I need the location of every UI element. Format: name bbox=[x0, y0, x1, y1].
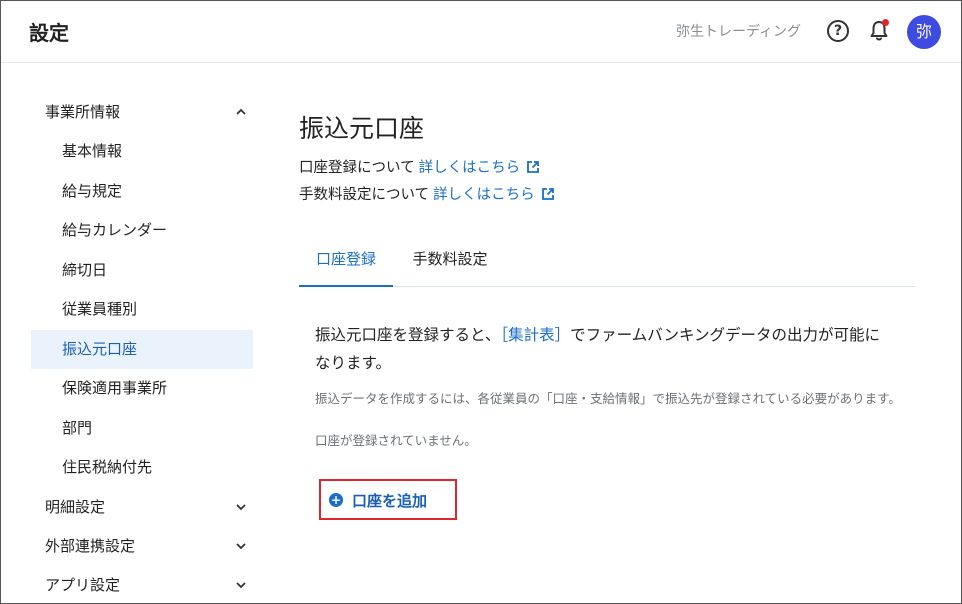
sidebar-item-basic-info[interactable]: 基本情報 bbox=[31, 132, 253, 172]
sidebar: 事業所情報 基本情報 給与規定 給与カレンダー 締切日 従業員種別 振込元口座 … bbox=[31, 93, 253, 604]
sidebar-item-departments[interactable]: 部門 bbox=[31, 409, 253, 449]
app-window: 設定 弥生トレーディング ? 弥 事業所情報 基本情報 給与規定 給与カレンダー… bbox=[0, 0, 962, 604]
empty-state-text: 口座が登録されていません。 bbox=[315, 433, 477, 448]
add-account-button[interactable]: + 口座を追加 bbox=[329, 488, 427, 512]
info-text: 手数料設定について bbox=[299, 187, 430, 203]
sidebar-group-label: 明細設定 bbox=[45, 497, 106, 516]
page-title: 振込元口座 bbox=[299, 114, 425, 143]
avatar[interactable]: 弥 bbox=[907, 15, 941, 49]
external-link-icon[interactable] bbox=[526, 160, 540, 174]
sidebar-group-label: 外部連携設定 bbox=[45, 536, 136, 555]
chevron-down-icon bbox=[236, 542, 246, 549]
note-text: 振込データを作成するには、各従業員の「口座・支給情報」で振込先が登録されている必… bbox=[315, 391, 901, 406]
sidebar-item-source-account[interactable]: 振込元口座 bbox=[31, 329, 253, 369]
info-text: 口座登録について bbox=[299, 160, 415, 176]
main-content: 振込元口座 口座登録について 詳しくはこちら 手数料設定について 詳しくはこちら 口… bbox=[299, 109, 915, 449]
notification-bell-icon[interactable] bbox=[867, 19, 891, 43]
chevron-up-icon bbox=[236, 108, 246, 115]
sidebar-group-statement-settings[interactable]: 明細設定 bbox=[31, 488, 253, 527]
chevron-down-icon bbox=[236, 503, 246, 510]
company-name[interactable]: 弥生トレーディング bbox=[676, 21, 801, 41]
chevron-down-icon bbox=[236, 581, 246, 588]
sidebar-group-label: 事業所情報 bbox=[45, 103, 121, 121]
sidebar-item-closing-date[interactable]: 締切日 bbox=[31, 251, 253, 291]
external-link-icon[interactable] bbox=[541, 187, 555, 201]
sidebar-item-pay-rules[interactable]: 給与規定 bbox=[31, 172, 253, 212]
description-prefix: 振込元口座を登録すると、 bbox=[315, 326, 501, 344]
info-line-fee-settings: 手数料設定について 詳しくはこちら bbox=[299, 182, 915, 209]
help-icon[interactable]: ? bbox=[827, 20, 849, 42]
sidebar-group-label: アプリ設定 bbox=[45, 575, 121, 594]
sidebar-group-external-integration[interactable]: 外部連携設定 bbox=[31, 527, 253, 566]
details-link[interactable]: 詳しくはこちら bbox=[433, 187, 535, 203]
add-account-highlight: + 口座を追加 bbox=[319, 479, 457, 520]
add-account-label: 口座を追加 bbox=[352, 491, 428, 510]
tab-bar: 口座登録 手数料設定 bbox=[299, 231, 915, 287]
details-link[interactable]: 詳しくはこちら bbox=[419, 160, 521, 176]
description: 振込元口座を登録すると、［集計表］でファームバンキングデータの出力が可能になりま… bbox=[315, 321, 895, 377]
sidebar-item-employee-types[interactable]: 従業員種別 bbox=[31, 290, 253, 330]
page-header-title: 設定 bbox=[29, 21, 69, 45]
notification-dot bbox=[882, 19, 889, 26]
summary-table-link[interactable]: ［集計表］ bbox=[500, 326, 570, 344]
sidebar-item-resident-tax-payee[interactable]: 住民税納付先 bbox=[31, 448, 253, 488]
tab-account-registration[interactable]: 口座登録 bbox=[299, 231, 393, 287]
info-line-account-registration: 口座登録について 詳しくはこちら bbox=[299, 155, 915, 182]
plus-circle-icon: + bbox=[329, 493, 343, 507]
tab-fee-settings[interactable]: 手数料設定 bbox=[395, 231, 505, 287]
sidebar-group-office-info[interactable]: 事業所情報 bbox=[31, 93, 253, 132]
sidebar-group-app-settings[interactable]: アプリ設定 bbox=[31, 566, 253, 604]
sidebar-item-insurance-offices[interactable]: 保険適用事業所 bbox=[31, 369, 253, 409]
sidebar-item-pay-calendar[interactable]: 給与カレンダー bbox=[31, 211, 253, 251]
top-bar: 設定 弥生トレーディング ? 弥 bbox=[1, 1, 961, 63]
